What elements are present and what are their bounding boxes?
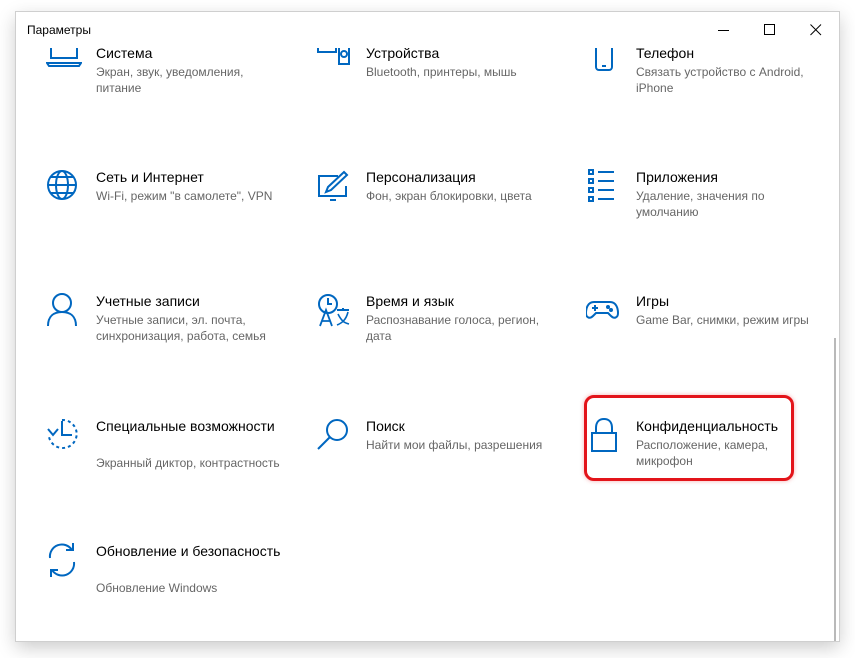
time-language-icon <box>316 292 352 328</box>
tile-network[interactable]: Сеть и Интернет Wi-Fi, режим "в самолете… <box>46 168 286 248</box>
tile-ease-of-access[interactable]: Специальные возможности Экранный диктор,… <box>46 417 286 497</box>
tile-description: Экран, звук, уведомления, питание <box>96 65 244 95</box>
apps-list-icon <box>586 168 622 204</box>
tile-search[interactable]: Поиск Найти мои файлы, разрешения <box>316 417 556 497</box>
update-icon <box>46 542 82 578</box>
window-title: Параметры <box>27 23 91 37</box>
tile-accounts[interactable]: Учетные записи Учетные записи, эл. почта… <box>46 292 286 372</box>
tile-time-language[interactable]: Время и язык Распознавание голоса, регио… <box>316 292 556 372</box>
tile-gaming[interactable]: Игры Game Bar, снимки, режим игры <box>584 292 826 372</box>
tile-phone[interactable]: Телефон Связать устройство с Android, iP… <box>586 48 826 124</box>
tile-title: Устройства <box>366 48 440 61</box>
laptop-icon <box>45 48 83 80</box>
tile-description: Wi-Fi, режим "в самолете", VPN <box>96 189 273 203</box>
personalization-icon <box>316 168 352 204</box>
tile-system[interactable]: Система Экран, звук, уведомления, питани… <box>45 48 286 124</box>
tile-title: Игры <box>636 293 670 309</box>
tile-title: Время и язык <box>366 293 454 309</box>
title-bar[interactable]: Параметры <box>16 12 839 48</box>
phone-icon <box>586 48 622 80</box>
tile-title: Поиск <box>366 418 405 434</box>
tile-description: Удаление, значения по умолчанию <box>636 189 765 219</box>
tile-description: Найти мои файлы, разрешения <box>366 438 543 452</box>
tile-description: Экранный диктор, контрастность <box>96 456 280 470</box>
maximize-icon <box>764 24 775 35</box>
tile-description: Game Bar, снимки, режим игры <box>636 313 809 327</box>
highlight-frame <box>584 395 794 481</box>
gamepad-icon <box>584 292 622 328</box>
devices-icon <box>316 48 352 80</box>
tile-title: Обновление и безопасность <box>96 543 281 559</box>
tile-personalization[interactable]: Персонализация Фон, экран блокировки, цв… <box>316 168 556 248</box>
scrollbar[interactable] <box>834 338 836 641</box>
ease-of-access-icon <box>46 417 82 453</box>
tile-devices[interactable]: Устройства Bluetooth, принтеры, мышь <box>316 48 556 124</box>
tile-title: Приложения <box>636 169 718 185</box>
tile-title: Специальные возможности <box>96 418 275 434</box>
close-button[interactable] <box>793 12 839 48</box>
maximize-button[interactable] <box>747 12 793 48</box>
person-icon <box>46 292 82 328</box>
tile-description: Фон, экран блокировки, цвета <box>366 189 532 203</box>
tile-description: Связать устройство с Android, iPhone <box>636 65 804 95</box>
tile-title: Телефон <box>636 48 695 61</box>
tile-description: Bluetooth, принтеры, мышь <box>366 65 517 79</box>
tile-title: Персонализация <box>366 169 476 185</box>
minimize-icon <box>718 30 729 31</box>
tile-update-security[interactable]: Обновление и безопасность Обновление Win… <box>46 542 286 622</box>
settings-window: Параметры Система Экран, звук, уведомлен… <box>16 12 839 641</box>
search-icon <box>316 417 352 453</box>
tile-title: Сеть и Интернет <box>96 169 204 185</box>
settings-grid: Система Экран, звук, уведомления, питани… <box>16 48 839 641</box>
close-icon <box>810 24 822 36</box>
minimize-button[interactable] <box>701 12 747 48</box>
tile-description: Учетные записи, эл. почта, синхронизация… <box>96 313 266 343</box>
tile-description: Обновление Windows <box>96 581 218 595</box>
globe-icon <box>46 168 82 204</box>
tile-description: Распознавание голоса, регион, дата <box>366 313 540 343</box>
tile-title: Система <box>96 48 153 61</box>
tile-apps[interactable]: Приложения Удаление, значения по умолчан… <box>586 168 826 248</box>
tile-title: Учетные записи <box>96 293 200 309</box>
